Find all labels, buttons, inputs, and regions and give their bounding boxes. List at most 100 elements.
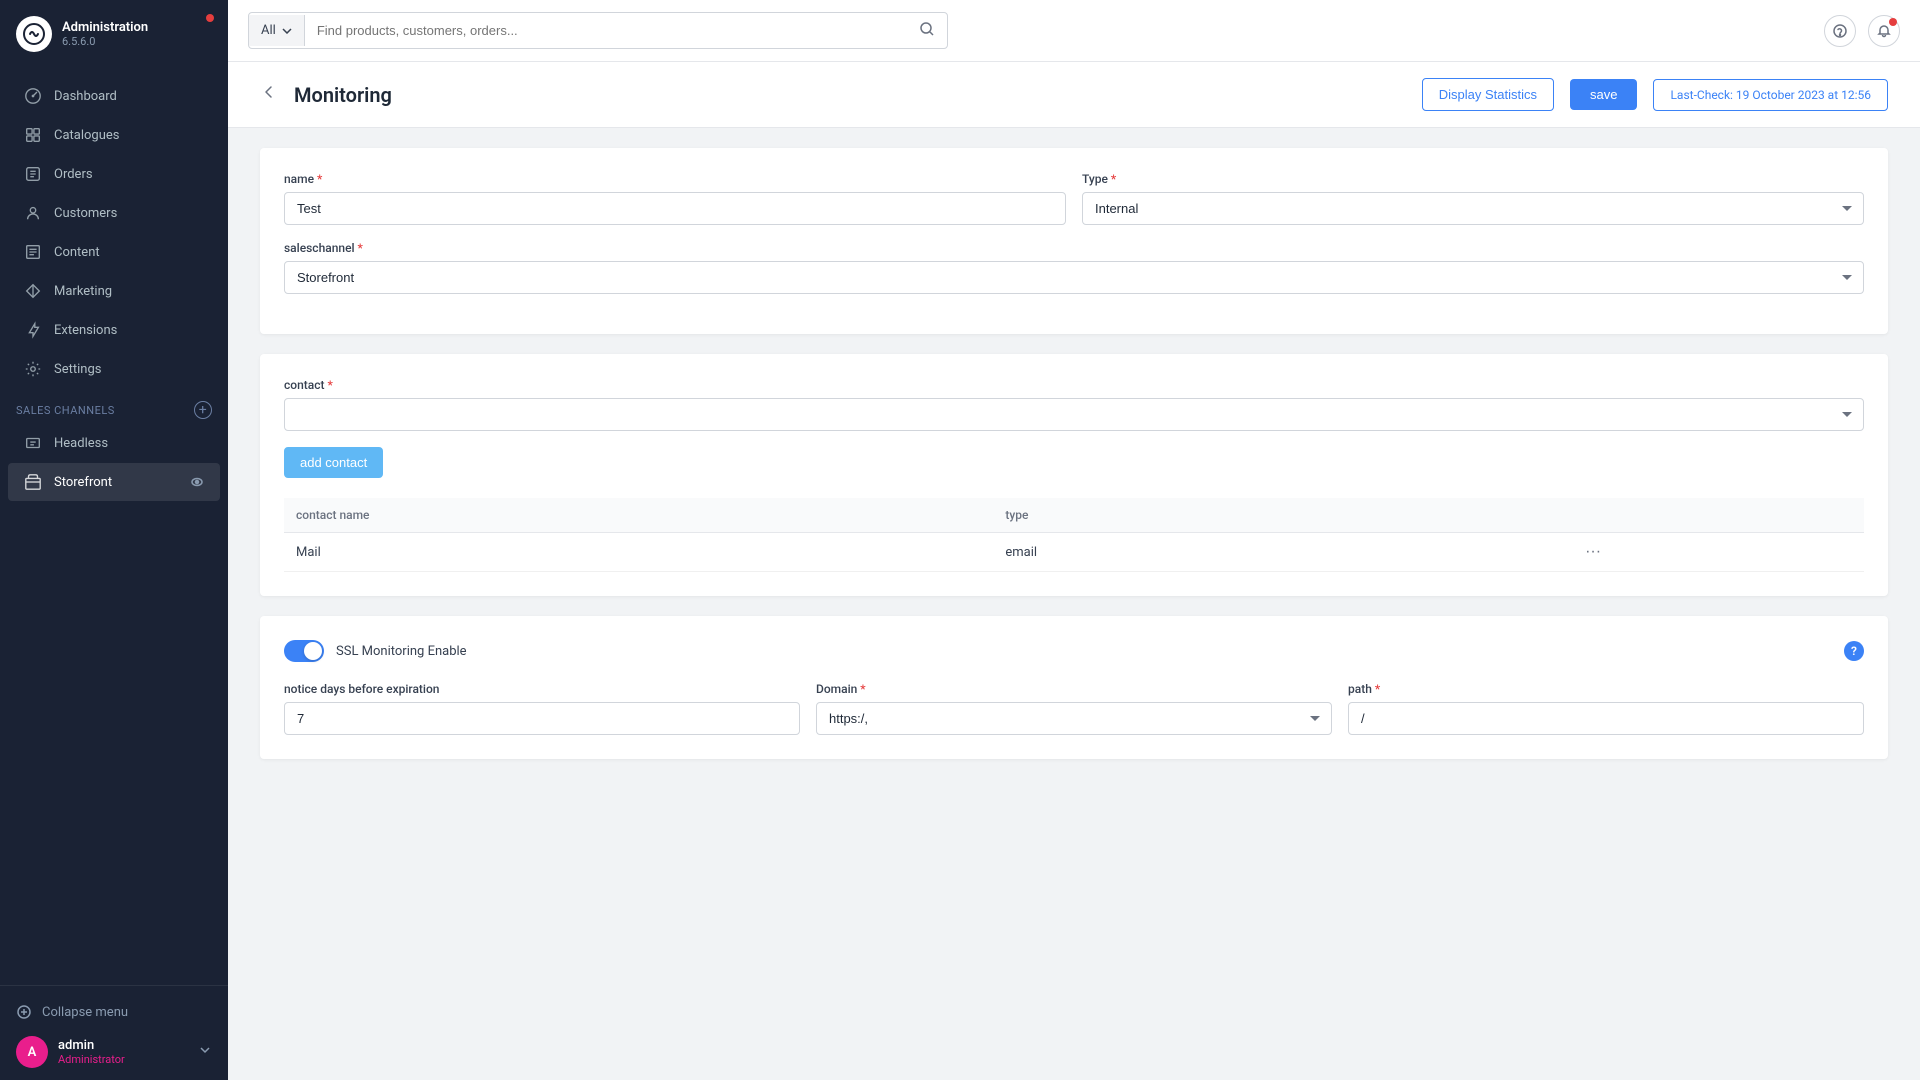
collapse-menu-button[interactable]: Collapse menu	[16, 998, 212, 1026]
add-contact-button[interactable]: add contact	[284, 447, 383, 478]
sidebar-item-extensions[interactable]: Extensions	[8, 311, 220, 349]
notice-days-group: notice days before expiration	[284, 682, 800, 735]
sidebar-item-customers[interactable]: Customers	[8, 194, 220, 232]
toggle-knob	[304, 642, 322, 660]
collapse-icon	[16, 1004, 32, 1020]
page-content: Monitoring Display Statistics save Last-…	[228, 62, 1920, 1080]
user-menu-chevron[interactable]	[198, 1043, 212, 1061]
name-input[interactable]	[284, 192, 1066, 225]
sidebar-item-label: Headless	[54, 436, 108, 451]
help-icon	[1833, 24, 1847, 38]
table-row: Mail email ···	[284, 533, 1864, 572]
main-content: All	[228, 0, 1920, 1080]
sidebar-item-headless[interactable]: Headless	[8, 424, 220, 462]
sidebar-item-label: Marketing	[54, 284, 112, 299]
notifications-button[interactable]	[1868, 15, 1900, 47]
path-group: path *	[1348, 682, 1864, 735]
action-cell-2: ···	[1573, 533, 1864, 572]
back-arrow-icon	[260, 83, 278, 101]
page-header: Monitoring Display Statistics save Last-…	[228, 62, 1920, 128]
saleschannel-required: *	[358, 241, 363, 255]
sidebar-item-content[interactable]: Content	[8, 233, 220, 271]
type-cell: email	[993, 533, 1398, 572]
ssl-fields-row: notice days before expiration Domain * h…	[284, 682, 1864, 735]
saleschannel-select[interactable]: Storefront Headless	[284, 261, 1864, 294]
contact-required: *	[327, 378, 332, 392]
col-action-2	[1573, 498, 1864, 533]
eye-icon	[190, 475, 204, 489]
help-button[interactable]	[1824, 15, 1856, 47]
add-sales-channel-button[interactable]: +	[194, 401, 212, 419]
ssl-help-button[interactable]: ?	[1844, 641, 1864, 661]
save-button[interactable]: save	[1570, 79, 1637, 110]
col-type: type	[993, 498, 1398, 533]
contact-select[interactable]	[284, 398, 1864, 431]
saleschannel-label: saleschannel *	[284, 241, 1864, 255]
contact-table-body: Mail email ···	[284, 533, 1864, 572]
user-name: admin	[58, 1038, 125, 1053]
search-input[interactable]	[305, 15, 907, 46]
bell-icon	[1877, 24, 1891, 38]
name-type-row: name * Type * Internal External	[284, 172, 1864, 225]
sidebar-item-dashboard[interactable]: Dashboard	[8, 77, 220, 115]
notice-days-label: notice days before expiration	[284, 682, 800, 696]
search-icon	[919, 21, 935, 37]
path-required: *	[1375, 682, 1380, 696]
ssl-toggle-label: SSL Monitoring Enable	[336, 644, 467, 659]
contact-table-header: contact name type	[284, 498, 1864, 533]
notification-dot	[206, 14, 214, 22]
domain-group: Domain * https:/,	[816, 682, 1332, 735]
notification-badge	[1889, 18, 1897, 26]
sales-channels-section: Sales Channels +	[0, 389, 228, 423]
sidebar-item-orders[interactable]: Orders	[8, 155, 220, 193]
sidebar: Administration 6.5.6.0 Dashboard Catalog…	[0, 0, 228, 1080]
search-type-dropdown[interactable]: All	[249, 15, 305, 46]
app-name: Administration	[62, 20, 148, 35]
display-statistics-button[interactable]: Display Statistics	[1422, 78, 1554, 111]
sidebar-item-marketing[interactable]: Marketing	[8, 272, 220, 310]
sidebar-footer: Collapse menu A admin Administrator	[0, 985, 228, 1080]
contact-section: contact * add contact contact name type	[260, 354, 1888, 596]
contact-name-cell: Mail	[284, 533, 993, 572]
notice-days-input[interactable]	[284, 702, 800, 735]
sidebar-item-label: Settings	[54, 362, 101, 377]
contact-table: contact name type Mail email ···	[284, 498, 1864, 572]
sidebar-item-label: Catalogues	[54, 128, 120, 143]
contact-label: contact *	[284, 378, 1864, 392]
name-required: *	[317, 172, 322, 186]
sidebar-item-label: Content	[54, 245, 100, 260]
sidebar-item-catalogues[interactable]: Catalogues	[8, 116, 220, 154]
path-label: path *	[1348, 682, 1864, 696]
row-actions-button[interactable]: ···	[1585, 543, 1601, 561]
ssl-toggle[interactable]	[284, 640, 324, 662]
sidebar-item-label: Dashboard	[54, 89, 117, 104]
type-required: *	[1111, 172, 1116, 186]
user-info: A admin Administrator	[16, 1026, 212, 1068]
type-select[interactable]: Internal External	[1082, 192, 1864, 225]
domain-label: Domain *	[816, 682, 1332, 696]
back-button[interactable]	[260, 83, 278, 106]
sidebar-item-settings[interactable]: Settings	[8, 350, 220, 388]
sidebar-item-storefront[interactable]: Storefront	[8, 463, 220, 501]
domain-select[interactable]: https:/,	[816, 702, 1332, 735]
dropdown-chevron-icon	[282, 28, 292, 34]
app-version: 6.5.6.0	[62, 35, 148, 48]
contact-field-group: contact *	[284, 378, 1864, 431]
avatar: A	[16, 1036, 48, 1068]
name-label: name *	[284, 172, 1066, 186]
col-action-1	[1398, 498, 1573, 533]
search-button[interactable]	[907, 13, 947, 48]
sidebar-item-label: Storefront	[54, 475, 112, 490]
ssl-section: SSL Monitoring Enable ? notice days befo…	[260, 616, 1888, 759]
path-input[interactable]	[1348, 702, 1864, 735]
app-logo	[16, 16, 52, 52]
topbar-actions	[1824, 15, 1900, 47]
sidebar-item-label: Customers	[54, 206, 117, 221]
saleschannel-row: saleschannel * Storefront Headless	[284, 241, 1864, 294]
topbar: All	[228, 0, 1920, 62]
col-contact-name: contact name	[284, 498, 993, 533]
type-field-group: Type * Internal External	[1082, 172, 1864, 225]
action-cell-1	[1398, 533, 1573, 572]
saleschannel-field-group: saleschannel * Storefront Headless	[284, 241, 1864, 294]
contact-row: contact *	[284, 378, 1864, 431]
